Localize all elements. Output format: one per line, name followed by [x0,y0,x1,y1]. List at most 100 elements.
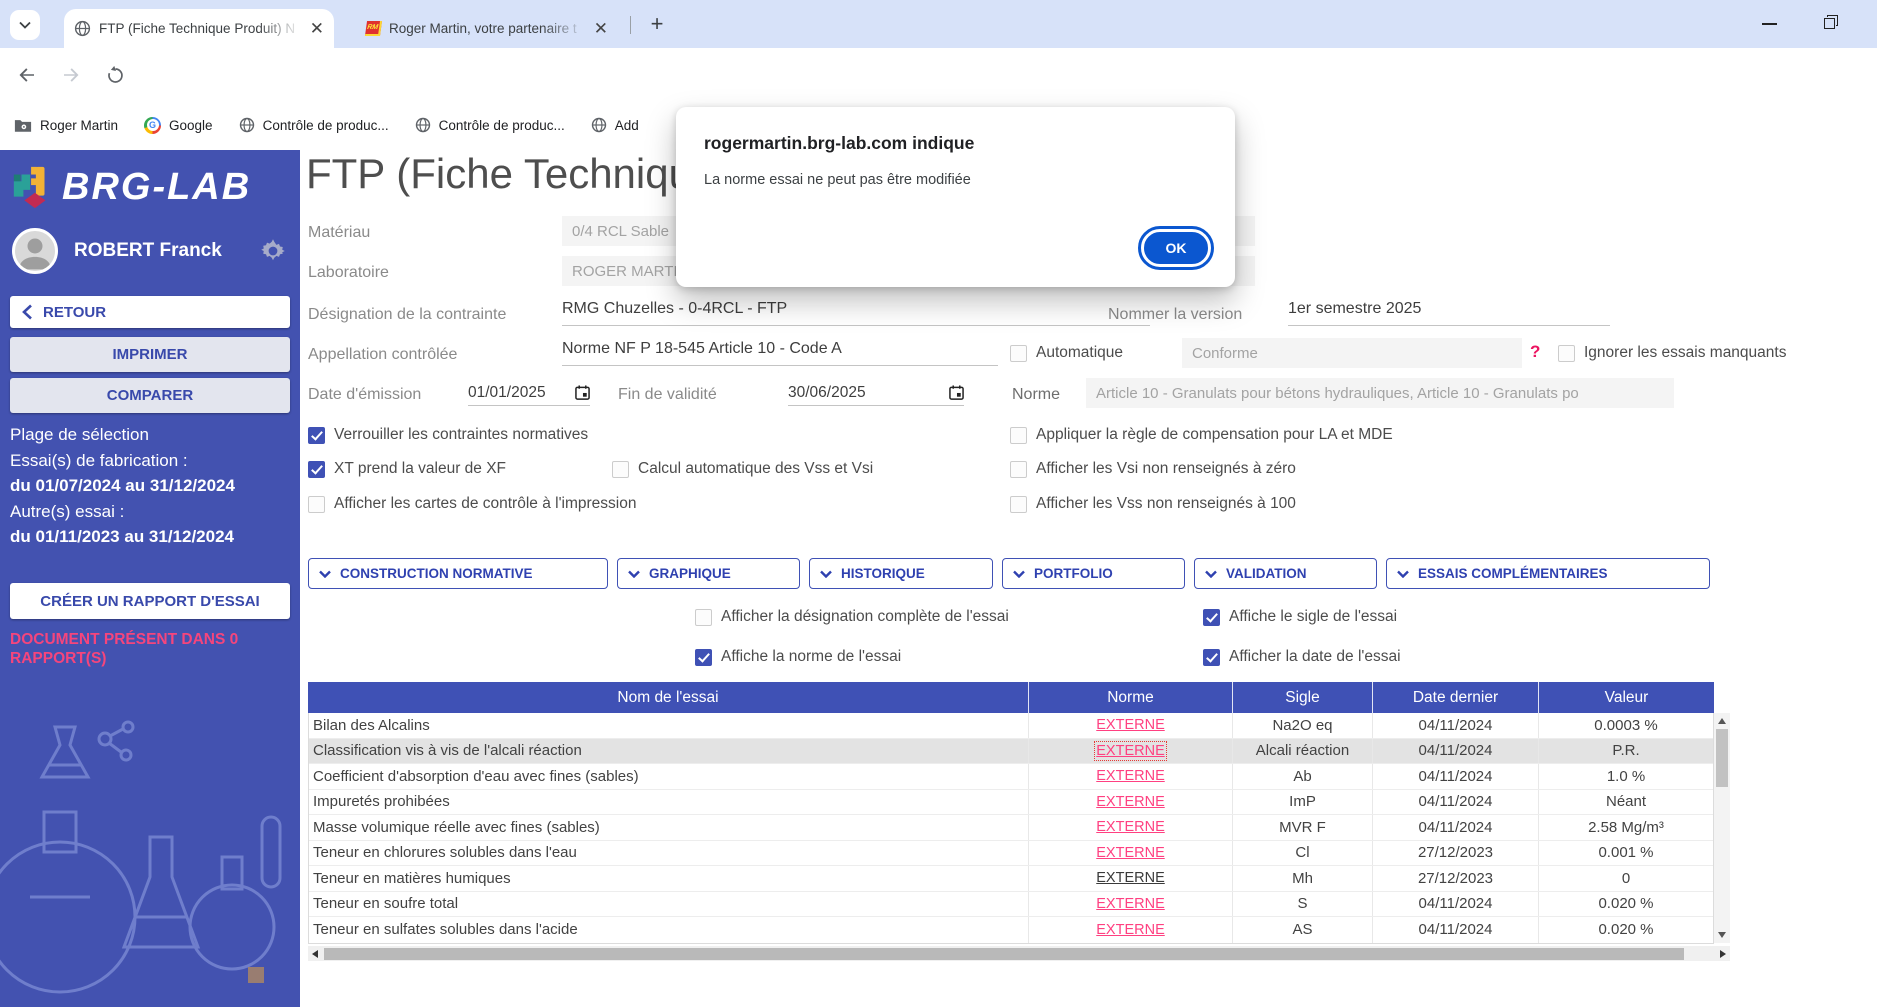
tab-close-icon[interactable]: ✕ [310,20,324,37]
accordion-section-button[interactable]: HISTORIQUE [809,558,993,589]
checkbox-calcul-vss-vsi[interactable]: Calcul automatique des Vss et Vsi [612,460,873,478]
bookmark-controle-1[interactable]: Contrôle de produc... [239,117,389,133]
checkbox-automatique[interactable]: Automatique [1010,344,1123,362]
scroll-up-arrow-icon[interactable] [1718,718,1726,724]
calendar-icon[interactable] [575,385,590,400]
horizontal-scroll-thumb[interactable] [324,948,1684,960]
table-row[interactable]: Teneur en sulfates solubles dans l'acide… [309,917,1713,943]
tab-roger-martin[interactable]: RM Roger Martin, votre partenaire t ✕ [356,9,618,48]
version-input[interactable]: 1er semestre 2025 [1288,300,1610,326]
back-button[interactable] [12,60,42,90]
emission-date-input[interactable]: 01/01/2025 [468,380,590,406]
checkbox-xt-xf[interactable]: XT prend la valeur de XF [308,460,506,478]
window-restore-button[interactable] [1824,15,1840,31]
back-arrow-icon [17,65,37,85]
checkbox-sigle-essai[interactable]: Affiche le sigle de l'essai [1203,608,1397,626]
forward-button[interactable] [56,60,86,90]
globe-icon [239,117,255,133]
reload-button[interactable] [100,60,130,90]
selection-title: Plage de sélection [10,422,296,448]
norme-externe-link[interactable]: EXTERNE [1096,922,1165,938]
norme-externe-link[interactable]: EXTERNE [1096,870,1165,886]
scroll-left-arrow-icon[interactable] [312,950,318,958]
sigle-cell: Cl [1232,841,1372,866]
table-row[interactable]: Impuretés prohibées EXTERNE ImP 04/11/20… [309,790,1713,816]
accordion-section-button[interactable]: GRAPHIQUE [617,558,800,589]
tab-title: FTP (Fiche Technique Produit) N [99,21,302,36]
essais-table: Nom de l'essai Norme Sigle Date dernier … [308,682,1714,944]
checkbox-designation-complete[interactable]: Afficher la désignation complète de l'es… [695,608,1009,626]
new-tab-button[interactable]: + [644,11,670,37]
tab-close-icon[interactable]: ✕ [594,20,608,37]
checkbox-label: Afficher la date de l'essai [1229,648,1401,666]
norme-externe-link[interactable]: EXTERNE [1096,743,1165,759]
norme-externe-link[interactable]: EXTERNE [1096,819,1165,835]
checkbox-ignorer-essais[interactable]: Ignorer les essais manquants [1558,344,1786,362]
valeur-cell: 0.001 % [1538,841,1713,866]
col-header-valeur[interactable]: Valeur [1538,682,1714,713]
essai-name-cell: Teneur en matières humiques [309,866,1028,891]
checkbox-box [308,461,325,478]
vertical-scroll-thumb[interactable] [1716,729,1728,787]
checkbox-compensation[interactable]: Appliquer la règle de compensation pour … [1010,426,1393,444]
bookmark-add[interactable]: Add [591,117,639,133]
tab-ftp[interactable]: FTP (Fiche Technique Produit) N ✕ [64,9,334,48]
scroll-right-arrow-icon[interactable] [1720,950,1726,958]
imprimer-button[interactable]: IMPRIMER [10,337,290,372]
bookmark-roger-martin[interactable]: Roger Martin [14,118,118,133]
designation-input[interactable]: RMG Chuzelles - 0-4RCL - FTP [562,300,1150,326]
dialog-ok-button[interactable]: OK [1141,229,1211,267]
norme-externe-link[interactable]: EXTERNE [1096,896,1165,912]
norme-externe-link[interactable]: EXTERNE [1096,845,1165,861]
gear-icon[interactable] [258,236,288,266]
bookmark-google[interactable]: Google [144,117,213,134]
col-header-date[interactable]: Date dernier [1372,682,1538,713]
norme-externe-link[interactable]: EXTERNE [1096,768,1165,784]
create-report-button[interactable]: CRÉER UN RAPPORT D'ESSAI [10,583,290,619]
retour-button[interactable]: RETOUR [10,296,290,328]
checkbox-cartes-controle[interactable]: Afficher les cartes de contrôle à l'impr… [308,495,636,513]
validite-date-input[interactable]: 30/06/2025 [788,380,964,406]
tab-search-button[interactable] [10,10,40,40]
checkbox-vsi-zero[interactable]: Afficher les Vsi non renseignés à zéro [1010,460,1296,478]
checkbox-label: XT prend la valeur de XF [334,460,506,478]
accordion-section-button[interactable]: PORTFOLIO [1002,558,1185,589]
table-row[interactable]: Classification vis à vis de l'alcali réa… [309,739,1713,765]
table-row[interactable]: Teneur en chlorures solubles dans l'eau … [309,841,1713,867]
table-row[interactable]: Teneur en soufre total EXTERNE S 04/11/2… [309,892,1713,918]
accordion-section-button[interactable]: VALIDATION [1194,558,1377,589]
table-horizontal-scrollbar[interactable] [308,946,1730,961]
table-row[interactable]: Coefficient d'absorption d'eau avec fine… [309,764,1713,790]
table-row[interactable]: Masse volumique réelle avec fines (sable… [309,815,1713,841]
col-header-norme[interactable]: Norme [1028,682,1232,713]
accordion-section-button[interactable]: CONSTRUCTION NORMATIVE [308,558,608,589]
checkbox-vss-100[interactable]: Afficher les Vss non renseignés à 100 [1010,495,1296,513]
accordion-label: CONSTRUCTION NORMATIVE [340,566,533,581]
table-row[interactable]: Teneur en matières humiques EXTERNE Mh 2… [309,866,1713,892]
validite-date-value: 30/06/2025 [788,384,866,402]
appellation-input[interactable]: Norme NF P 18-545 Article 10 - Code A [562,340,998,366]
rm-logo-icon: RM [365,21,382,36]
chevron-down-icon [1205,570,1217,578]
globe-icon [415,117,431,133]
date-cell: 04/11/2024 [1372,739,1538,764]
checkbox-date-essai[interactable]: Afficher la date de l'essai [1203,648,1401,666]
checkbox-verrouiller[interactable]: Verrouiller les contraintes normatives [308,426,588,444]
comparer-button[interactable]: COMPARER [10,378,290,413]
date-cell: 04/11/2024 [1372,764,1538,789]
bookmark-controle-2[interactable]: Contrôle de produc... [415,117,565,133]
calendar-icon[interactable] [949,385,964,400]
col-header-nom[interactable]: Nom de l'essai [308,682,1028,713]
checkbox-norme-essai[interactable]: Affiche la norme de l'essai [695,648,901,666]
checkbox-box [1010,345,1027,362]
table-row[interactable]: Bilan des Alcalins EXTERNE Na2O eq 04/11… [309,713,1713,739]
col-header-sigle[interactable]: Sigle [1232,682,1372,713]
scroll-down-arrow-icon[interactable] [1718,932,1726,938]
window-minimize-button[interactable] [1762,23,1777,25]
valeur-cell: 0 [1538,866,1713,891]
norme-externe-link[interactable]: EXTERNE [1096,794,1165,810]
help-question-mark[interactable]: ? [1530,342,1540,362]
norme-externe-link[interactable]: EXTERNE [1096,717,1165,733]
table-vertical-scrollbar[interactable] [1714,713,1730,943]
accordion-section-button[interactable]: ESSAIS COMPLÉMENTAIRES [1386,558,1710,589]
